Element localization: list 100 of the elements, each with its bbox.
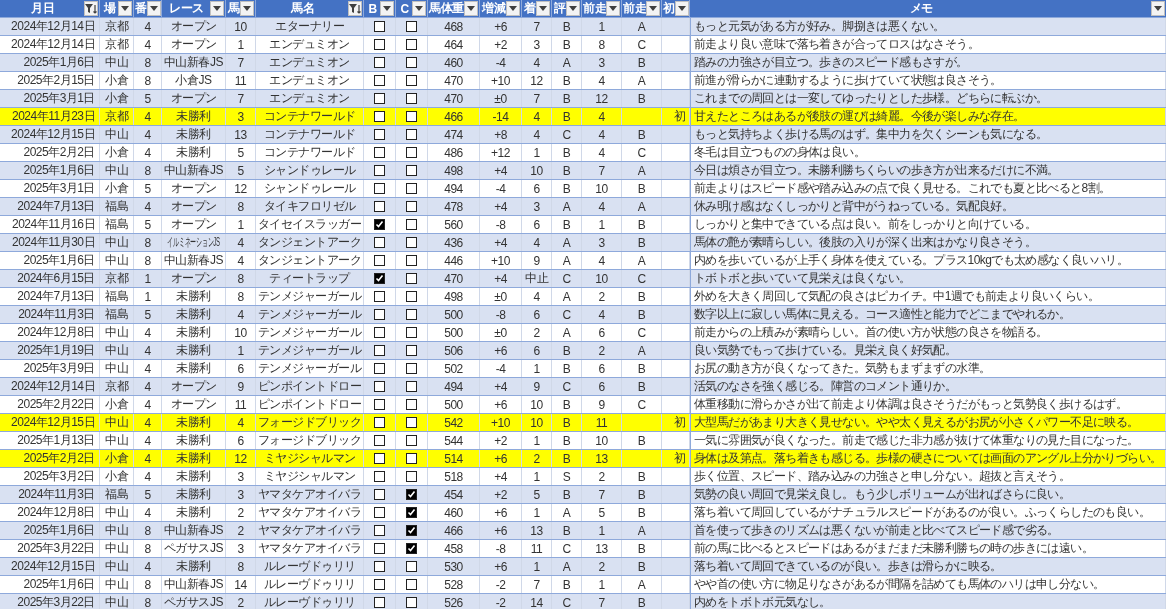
table-cell: C: [562, 271, 571, 286]
checkbox[interactable]: [406, 39, 417, 50]
checkbox[interactable]: [406, 219, 417, 230]
checkbox[interactable]: [406, 597, 417, 608]
dropdown-button[interactable]: [464, 1, 478, 16]
dropdown-button[interactable]: [210, 1, 224, 16]
checkbox[interactable]: [374, 309, 385, 320]
checkbox[interactable]: [374, 579, 385, 590]
checkbox[interactable]: [374, 21, 385, 32]
checkbox[interactable]: [406, 255, 417, 266]
checkbox[interactable]: [406, 75, 417, 86]
checkbox[interactable]: [406, 183, 417, 194]
table-cell: 4: [237, 253, 244, 268]
checkbox[interactable]: [406, 399, 417, 410]
checkbox[interactable]: [374, 543, 385, 554]
checkbox[interactable]: [406, 507, 417, 518]
dropdown-button[interactable]: [646, 1, 660, 16]
race-cell: 未勝利: [176, 558, 211, 575]
checkbox[interactable]: [374, 255, 385, 266]
table-cell: 8: [144, 577, 151, 592]
dropdown-button[interactable]: [412, 1, 426, 16]
checkbox[interactable]: [406, 165, 417, 176]
table-cell: 1: [144, 271, 151, 286]
dropdown-button[interactable]: [566, 1, 580, 16]
dropdown-button[interactable]: [146, 1, 161, 16]
checkbox[interactable]: [406, 363, 417, 374]
dropdown-button[interactable]: [380, 1, 394, 16]
checkbox[interactable]: [406, 435, 417, 446]
checkbox[interactable]: [374, 39, 385, 50]
checkbox[interactable]: [406, 489, 417, 500]
table-cell: 3: [598, 235, 605, 250]
table-cell: 7: [598, 487, 605, 502]
checkbox[interactable]: [374, 345, 385, 356]
checkbox[interactable]: [374, 507, 385, 518]
checkbox[interactable]: [406, 147, 417, 158]
checkbox[interactable]: [406, 525, 417, 536]
checkbox[interactable]: [406, 471, 417, 482]
checkbox[interactable]: [374, 381, 385, 392]
checkbox[interactable]: [374, 183, 385, 194]
checkbox[interactable]: [406, 237, 417, 248]
dropdown-button[interactable]: [606, 1, 620, 16]
checkbox[interactable]: [406, 561, 417, 572]
table-cell: B: [562, 577, 571, 592]
checkbox[interactable]: [374, 561, 385, 572]
checkbox[interactable]: [406, 129, 417, 140]
table-cell: 10: [530, 163, 543, 178]
table-cell: A: [562, 253, 571, 268]
checkbox[interactable]: [374, 489, 385, 500]
checkbox[interactable]: [374, 147, 385, 158]
checkbox[interactable]: [406, 543, 417, 554]
checkbox[interactable]: [406, 57, 417, 68]
checkbox[interactable]: [406, 327, 417, 338]
horse-name-cell: テンメジャーガール: [257, 342, 362, 359]
checkbox[interactable]: [406, 201, 417, 212]
dropdown-button[interactable]: [240, 1, 254, 16]
filter-button[interactable]: [84, 1, 98, 16]
column-header: 馬: [227, 0, 240, 17]
checkbox[interactable]: [374, 453, 385, 464]
checkbox[interactable]: [406, 273, 417, 284]
checkbox[interactable]: [406, 345, 417, 356]
dropdown-button[interactable]: [118, 1, 132, 16]
checkbox[interactable]: [406, 417, 417, 428]
checkbox[interactable]: [374, 597, 385, 608]
checkbox[interactable]: [374, 399, 385, 410]
checkbox[interactable]: [406, 579, 417, 590]
checkbox[interactable]: [406, 111, 417, 122]
checkbox[interactable]: [374, 327, 385, 338]
table-cell: -8: [495, 541, 506, 556]
horse-name-cell: コンテナワールド: [263, 126, 356, 143]
checkbox[interactable]: [406, 309, 417, 320]
checkbox[interactable]: [374, 435, 385, 446]
checkbox[interactable]: [374, 363, 385, 374]
column-header: 評: [553, 0, 566, 17]
checkbox[interactable]: [374, 57, 385, 68]
checkbox[interactable]: [406, 291, 417, 302]
checkbox[interactable]: [374, 129, 385, 140]
checkbox[interactable]: [374, 237, 385, 248]
column-header: 馬体重: [429, 0, 464, 17]
checkbox[interactable]: [406, 453, 417, 464]
table-cell: 13: [595, 451, 608, 466]
dropdown-button[interactable]: [536, 1, 550, 16]
checkbox[interactable]: [374, 93, 385, 104]
checkbox[interactable]: [374, 471, 385, 482]
checkbox[interactable]: [374, 111, 385, 122]
checkbox[interactable]: [406, 21, 417, 32]
checkbox[interactable]: [406, 93, 417, 104]
filter-button[interactable]: [348, 1, 362, 16]
checkbox[interactable]: [374, 291, 385, 302]
table-cell: 4: [144, 559, 151, 574]
checkbox[interactable]: [374, 417, 385, 428]
checkbox[interactable]: [374, 525, 385, 536]
dropdown-button[interactable]: [674, 1, 689, 16]
dropdown-button[interactable]: [506, 1, 520, 16]
checkbox[interactable]: [374, 75, 385, 86]
dropdown-button[interactable]: [1151, 1, 1165, 16]
checkbox[interactable]: [374, 273, 385, 284]
checkbox[interactable]: [374, 219, 385, 230]
checkbox[interactable]: [406, 381, 417, 392]
checkbox[interactable]: [374, 165, 385, 176]
checkbox[interactable]: [374, 201, 385, 212]
